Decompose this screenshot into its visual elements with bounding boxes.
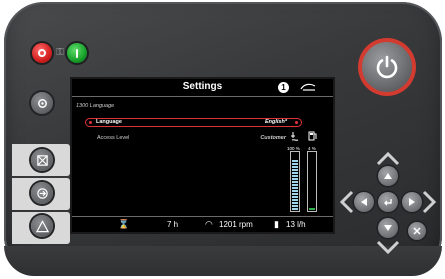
arrow-down-icon [384,225,392,231]
temp-gauge [290,151,300,212]
close-button[interactable] [408,222,426,240]
alarm-list-icon [36,154,48,166]
display-screen: Settings 1 1300 Language Language Englis… [70,77,335,234]
fuel-icon: ▮ [274,219,279,229]
close-icon [413,227,421,235]
hourglass-icon: ⌛ [118,219,130,229]
step-badge-icon: 1 [278,82,289,93]
arrow-up-button[interactable] [378,166,398,186]
start-button-icon [76,48,78,58]
power-icon [376,55,398,79]
warning-triangle-icon [35,219,49,232]
stop-button[interactable] [32,43,52,63]
menu-row-access-level[interactable]: Access Level Customer [85,134,300,142]
stop-button-icon [38,49,46,57]
arrow-left-button[interactable] [354,192,374,212]
warning-button[interactable] [31,215,53,237]
enter-icon [384,199,392,206]
engine-rpm: 1201 rpm [219,220,253,229]
settings-button[interactable] [31,92,53,114]
arrow-right-button[interactable] [402,192,422,212]
tachometer-icon: ◠ [205,219,213,229]
menu-row-value: English* [264,119,287,125]
menu-row-label: Access Level [97,135,130,141]
fuel-gauge-fill [309,208,315,210]
arrow-up-icon [384,173,392,179]
screen-title: Settings [182,81,223,92]
menu-row-value: Customer [260,135,286,141]
start-button[interactable] [67,43,87,63]
selection-marker-icon [295,121,298,124]
coolant-temp-icon [291,132,299,141]
engine-status-icon [300,83,316,91]
key-lock-icon: ⚿ [56,47,64,58]
alarm-list-button[interactable] [31,149,53,171]
exit-arrow-icon [36,187,48,199]
menu-row-label: Language [96,119,122,125]
exit-button[interactable] [31,182,53,204]
menu-row-language[interactable]: Language English* [85,118,302,127]
settings-gear-icon [37,98,47,108]
status-bar: ⌛ 7 h ◠ 1201 rpm ▮ 13 l/h [72,216,333,232]
enter-button[interactable] [378,192,398,212]
engine-hours: 7 h [167,220,179,229]
arrow-down-button[interactable] [378,218,398,238]
arrow-right-icon [409,198,415,206]
fuel-pump-icon [308,131,317,141]
power-button[interactable] [362,42,412,92]
arrow-left-icon [361,198,367,206]
fuel-rate: 13 l/h [286,220,306,229]
screen-separator [72,96,333,97]
selection-marker-icon [89,121,92,124]
menu-path: 1300 Language [76,103,115,109]
fuel-gauge [307,151,317,212]
temp-gauge-fill [292,159,298,210]
